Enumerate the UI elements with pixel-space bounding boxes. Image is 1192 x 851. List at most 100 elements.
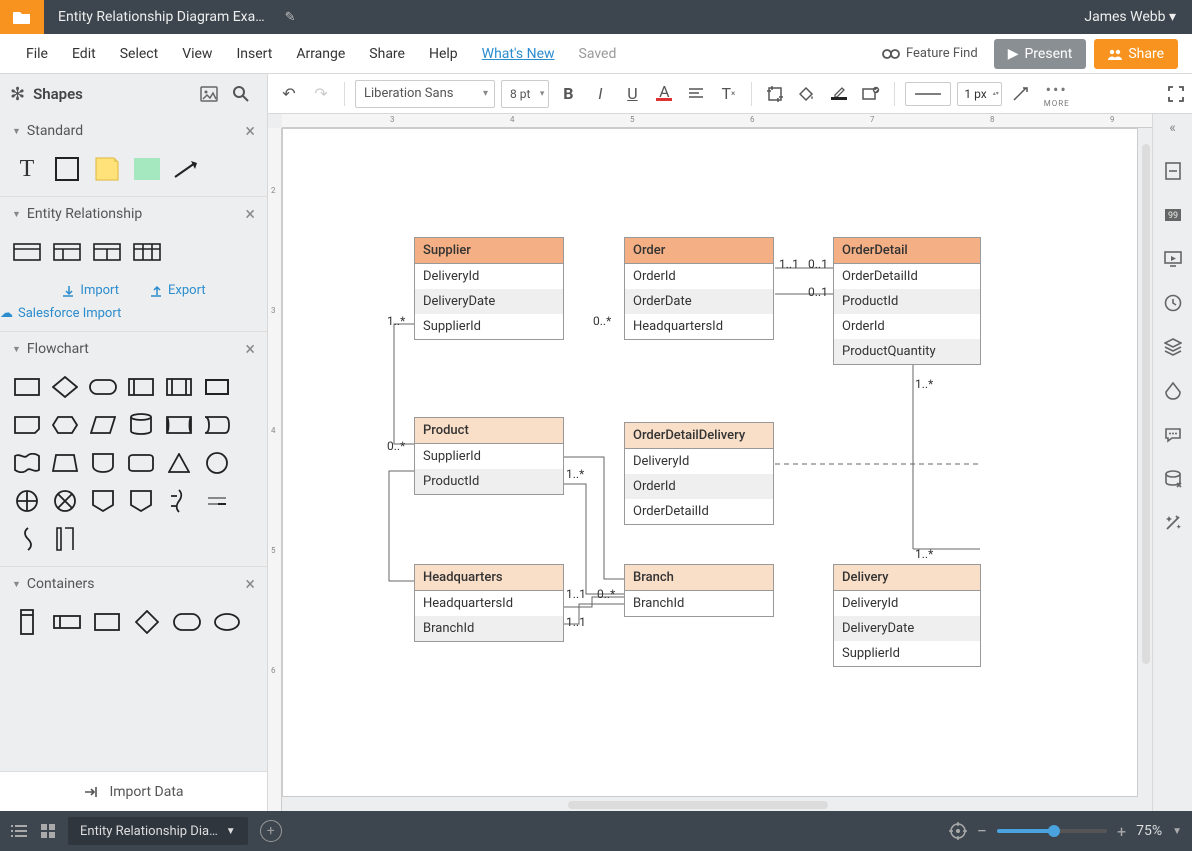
dock-history-icon[interactable] <box>1162 292 1184 314</box>
entity-supplier[interactable]: Supplier DeliveryId DeliveryDate Supplie… <box>414 237 564 340</box>
dock-collapse-icon[interactable]: « <box>1169 120 1176 138</box>
ct-4[interactable] <box>132 607 162 637</box>
line-style-select[interactable] <box>905 82 951 106</box>
fc-19[interactable] <box>12 486 42 516</box>
close-icon[interactable]: × <box>245 121 255 142</box>
zoom-in-icon[interactable]: + <box>1117 822 1126 841</box>
sf-import[interactable]: ☁ Salesforce Import <box>0 306 267 321</box>
fc-8[interactable] <box>50 410 80 440</box>
list-view-icon[interactable] <box>10 824 28 838</box>
fc-3[interactable] <box>88 372 118 402</box>
fc-24[interactable] <box>202 486 232 516</box>
fc-10[interactable] <box>126 410 156 440</box>
dock-chat-icon[interactable] <box>1162 424 1184 446</box>
fc-13[interactable] <box>12 448 42 478</box>
more-button[interactable]: •••MORE <box>1044 80 1070 108</box>
fc-9[interactable] <box>88 410 118 440</box>
er-export[interactable]: Export <box>149 283 206 298</box>
fc-6[interactable] <box>202 372 232 402</box>
close-icon[interactable]: × <box>245 204 255 225</box>
edit-title-icon[interactable]: ✎ <box>285 10 296 25</box>
canvas[interactable]: Supplier DeliveryId DeliveryDate Supplie… <box>282 128 1138 797</box>
entity-odd[interactable]: OrderDetailDelivery DeliveryId OrderId O… <box>624 422 774 525</box>
fc-12[interactable] <box>202 410 232 440</box>
entity-hq[interactable]: Headquarters HeadquartersId BranchId <box>414 564 564 642</box>
fc-7[interactable] <box>12 410 42 440</box>
fc-22[interactable] <box>126 486 156 516</box>
present-button[interactable]: ▶ Present <box>994 39 1087 69</box>
er-shape-2[interactable] <box>52 237 82 267</box>
er-shape-4[interactable] <box>132 237 162 267</box>
cat-containers-header[interactable]: ▼Containers× <box>0 567 267 601</box>
entity-delivery[interactable]: Delivery DeliveryId DeliveryDate Supplie… <box>833 564 981 667</box>
cat-flowchart-header[interactable]: ▼Flowchart× <box>0 332 267 366</box>
close-icon[interactable]: × <box>245 339 255 360</box>
text-shape[interactable]: T <box>12 154 42 184</box>
align-icon[interactable] <box>683 81 709 107</box>
italic-icon[interactable]: I <box>587 81 613 107</box>
grid-view-icon[interactable] <box>40 823 56 839</box>
ct-6[interactable] <box>212 607 242 637</box>
fc-1[interactable] <box>12 372 42 402</box>
image-icon[interactable] <box>193 78 225 110</box>
fc-18[interactable] <box>202 448 232 478</box>
fc-16[interactable] <box>126 448 156 478</box>
doc-title[interactable]: Entity Relationship Diagram Exa… <box>44 9 279 25</box>
menu-help[interactable]: Help <box>417 46 470 62</box>
dock-present-icon[interactable] <box>1162 248 1184 270</box>
crop-icon[interactable] <box>762 81 788 107</box>
ct-1[interactable] <box>12 607 42 637</box>
menu-arrange[interactable]: Arrange <box>284 46 357 62</box>
font-select[interactable]: Liberation Sans <box>355 80 495 108</box>
fc-2[interactable] <box>50 372 80 402</box>
entity-orderdetail[interactable]: OrderDetail OrderDetailId ProductId Orde… <box>833 237 981 365</box>
fc-15[interactable] <box>88 448 118 478</box>
clear-format-icon[interactable]: T× <box>715 81 741 107</box>
note-shape[interactable] <box>92 154 122 184</box>
menu-edit[interactable]: Edit <box>60 46 108 62</box>
fc-23[interactable] <box>164 486 194 516</box>
underline-icon[interactable]: U <box>619 81 645 107</box>
ct-2[interactable] <box>52 607 82 637</box>
fc-20[interactable] <box>50 486 80 516</box>
shape-options-icon[interactable] <box>858 81 884 107</box>
menu-share[interactable]: Share <box>357 46 417 62</box>
fc-11[interactable] <box>164 410 194 440</box>
target-icon[interactable] <box>949 822 967 840</box>
zoom-out-icon[interactable]: − <box>977 821 987 842</box>
fullscreen-icon[interactable] <box>1168 86 1184 102</box>
font-size-select[interactable]: 8 pt <box>501 80 549 108</box>
gear-icon[interactable]: ✻ <box>10 84 25 105</box>
fill-icon[interactable] <box>794 81 820 107</box>
import-data-button[interactable]: Import Data <box>0 771 267 811</box>
zoom-slider[interactable] <box>997 829 1107 833</box>
cat-er-header[interactable]: ▼Entity Relationship× <box>0 197 267 231</box>
er-shape-1[interactable] <box>12 237 42 267</box>
undo-icon[interactable]: ↶ <box>276 81 302 107</box>
menu-select[interactable]: Select <box>108 46 170 62</box>
line-type-icon[interactable] <box>1008 81 1034 107</box>
rect-shape[interactable] <box>52 154 82 184</box>
dock-data-icon[interactable] <box>1162 468 1184 490</box>
menu-view[interactable]: View <box>170 46 224 62</box>
dock-layers-icon[interactable] <box>1162 336 1184 358</box>
page-tab[interactable]: Entity Relationship Dia… ▼ <box>68 817 248 845</box>
border-color-icon[interactable] <box>826 81 852 107</box>
ct-5[interactable] <box>172 607 202 637</box>
dock-comment-icon[interactable]: 99 <box>1162 204 1184 226</box>
dock-page-icon[interactable] <box>1162 160 1184 182</box>
fc-26[interactable] <box>50 524 80 554</box>
er-shape-3[interactable] <box>92 237 122 267</box>
fc-5[interactable] <box>164 372 194 402</box>
share-button[interactable]: Share <box>1094 39 1178 69</box>
arrow-shape[interactable] <box>172 154 202 184</box>
cat-standard-header[interactable]: ▼Standard× <box>0 114 267 148</box>
fc-21[interactable] <box>88 486 118 516</box>
close-icon[interactable]: × <box>245 574 255 595</box>
entity-branch[interactable]: Branch BranchId <box>624 564 774 617</box>
block-shape[interactable] <box>132 154 162 184</box>
text-color-icon[interactable]: A <box>651 81 677 107</box>
canvas-area[interactable]: 3456789 23456 Supplier DeliveryI <box>268 114 1152 811</box>
scrollbar-horizontal[interactable] <box>568 801 828 809</box>
bold-icon[interactable]: B <box>555 81 581 107</box>
